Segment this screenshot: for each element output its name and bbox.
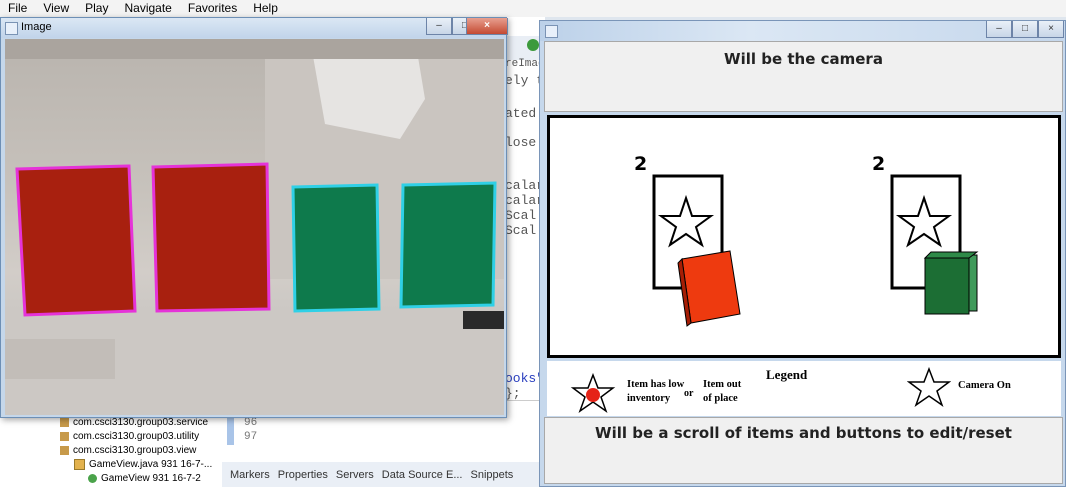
camera-panel: Will be the camera [544, 41, 1063, 112]
legend-title: Legend [766, 367, 808, 382]
tab-servers[interactable]: Servers [336, 469, 374, 481]
camera-image [5, 39, 504, 415]
title-bar[interactable]: Image – □ × [1, 18, 508, 38]
close-button[interactable]: × [466, 18, 508, 35]
app-icon [545, 25, 558, 38]
java-file-icon [74, 459, 85, 470]
red-book-detected [15, 164, 137, 317]
code-line: Scal [505, 223, 537, 238]
tab-properties[interactable]: Properties [278, 469, 328, 481]
slot-count: 2 [872, 153, 885, 175]
package-icon [60, 431, 69, 441]
title-bar[interactable]: – □ × [540, 21, 1065, 41]
items-panel: Will be a scroll of items and buttons to… [544, 417, 1063, 484]
legend-out-of-place: Item out of place [703, 379, 742, 404]
table-shadow [5, 339, 115, 379]
green-book-detected [399, 181, 497, 309]
red-book-detected [151, 162, 271, 313]
maximize-button[interactable]: □ [1012, 21, 1038, 38]
tree-item[interactable]: GameView 931 16-7-2 [88, 473, 201, 484]
shelf-top [5, 39, 504, 59]
image-window: Image – □ × [0, 17, 508, 418]
menu-play[interactable]: Play [77, 0, 116, 17]
menu-help[interactable]: Help [245, 0, 286, 17]
code-line: lose [505, 135, 537, 150]
legend-camera-on: Camera On [958, 380, 1011, 391]
shelf-canvas: 2 2 [547, 115, 1061, 358]
book-icon [677, 250, 741, 327]
items-heading: Will be a scroll of items and buttons to… [595, 424, 1012, 442]
tree-item[interactable]: com.csci3130.group03.utility [60, 431, 199, 442]
menu-view[interactable]: View [35, 0, 77, 17]
tree-item[interactable]: com.csci3130.group03.service [60, 417, 208, 428]
tab-markers[interactable]: Markers [230, 469, 270, 481]
menu-file[interactable]: File [0, 0, 35, 17]
legend-low-inventory: Item has low inventory [627, 379, 685, 404]
tree-item[interactable]: GameView.java 931 16-7-... [74, 459, 212, 470]
dark-object [463, 311, 504, 329]
package-icon [60, 417, 69, 427]
menu-bar: File View Play Navigate Favorites Help [0, 0, 1066, 17]
minimize-button[interactable]: – [426, 18, 452, 35]
line-number: 97 [244, 431, 258, 443]
close-button[interactable]: × [1038, 21, 1064, 38]
menu-favorites[interactable]: Favorites [180, 0, 245, 17]
app-icon [5, 22, 18, 35]
line-number: 96 [244, 417, 258, 429]
green-book-detected [291, 183, 381, 313]
shelf-drawing: 2 2 [634, 153, 979, 327]
code-line: ated [505, 106, 537, 121]
legend-or: or [684, 388, 694, 399]
package-explorer: com.csci3130.group03.service com.csci313… [0, 415, 222, 487]
legend-panel: Legend Item has low inventory or Item ou… [547, 361, 1061, 416]
window-title: Image [21, 21, 52, 33]
package-icon [60, 445, 69, 455]
tab-snippets[interactable]: Snippets [471, 469, 514, 481]
tab-data-source[interactable]: Data Source E... [382, 469, 463, 481]
menu-navigate[interactable]: Navigate [116, 0, 179, 17]
code-line: Scal [505, 208, 537, 223]
tree-item[interactable]: com.csci3130.group03.view [60, 445, 196, 456]
bottom-view-tabs: Markers Properties Servers Data Source E… [222, 462, 545, 487]
minimize-button[interactable]: – [986, 21, 1012, 38]
camera-heading: Will be the camera [724, 50, 883, 68]
star-icon [907, 367, 951, 407]
slot-count: 2 [634, 153, 647, 175]
camera-frame [5, 39, 504, 415]
code-line: }; [505, 386, 521, 401]
star-alert-icon [570, 373, 616, 413]
game-view-window: – □ × Will be the camera 2 2 Legend Item… [539, 20, 1066, 487]
book-icon [923, 251, 979, 315]
class-icon [88, 473, 97, 483]
run-icon[interactable] [527, 39, 539, 51]
